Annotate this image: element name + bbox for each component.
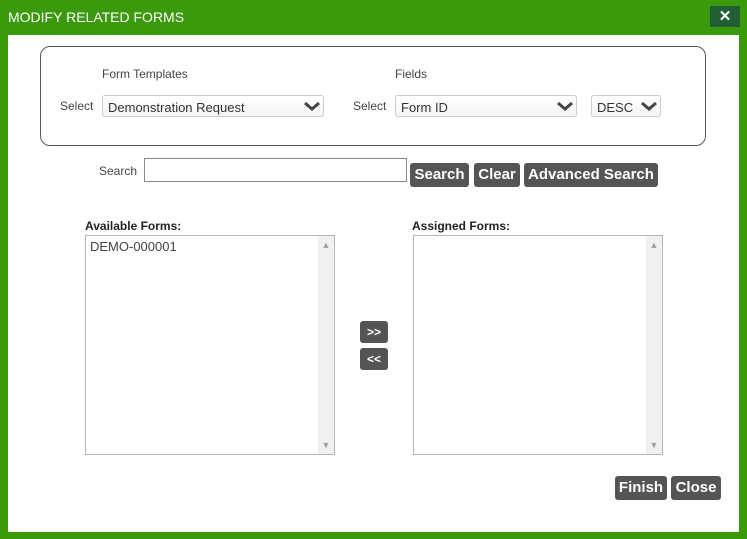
chevron-down-icon [641, 101, 657, 111]
form-templates-label: Form Templates [102, 67, 188, 81]
field-select[interactable]: Form ID [395, 95, 577, 117]
list-item[interactable]: DEMO-000001 [90, 239, 177, 254]
dialog-titlebar: MODIFY RELATED FORMS ✕ [0, 0, 747, 34]
search-label: Search [99, 164, 138, 178]
filter-panel: Form Templates Fields Select Demonstrati… [40, 46, 706, 146]
scroll-up-icon[interactable]: ▲ [318, 238, 334, 252]
form-template-select[interactable]: Demonstration Request [102, 95, 324, 117]
chevron-down-icon [304, 101, 320, 111]
chevron-down-icon [557, 101, 573, 111]
scroll-down-icon[interactable]: ▼ [318, 438, 334, 452]
select-label-fields: Select [353, 99, 387, 113]
dialog-content: Form Templates Fields Select Demonstrati… [8, 35, 739, 532]
available-scrollbar[interactable]: ▲ ▼ [318, 236, 334, 454]
scroll-up-icon[interactable]: ▲ [646, 238, 662, 252]
close-button[interactable]: Close [671, 476, 721, 500]
available-forms-list[interactable]: DEMO-000001 ▲ ▼ [85, 235, 335, 455]
assigned-scrollbar[interactable]: ▲ ▼ [646, 236, 662, 454]
dialog-title: MODIFY RELATED FORMS [8, 9, 185, 25]
available-forms-title: Available Forms: [85, 219, 182, 233]
sort-order-select[interactable]: DESC [591, 95, 661, 117]
search-input[interactable] [144, 158, 407, 182]
search-button[interactable]: Search [410, 163, 469, 187]
remove-from-assigned-button[interactable]: << [360, 348, 388, 370]
field-select-value: Form ID [401, 100, 448, 115]
assigned-forms-list[interactable]: ▲ ▼ [413, 235, 663, 455]
clear-button[interactable]: Clear [474, 163, 520, 187]
finish-button[interactable]: Finish [615, 476, 667, 500]
scroll-down-icon[interactable]: ▼ [646, 438, 662, 452]
fields-label: Fields [395, 67, 428, 81]
form-template-select-value: Demonstration Request [108, 100, 245, 115]
sort-order-select-value: DESC [597, 100, 634, 115]
assigned-forms-title: Assigned Forms: [412, 219, 511, 233]
modify-related-forms-dialog: MODIFY RELATED FORMS ✕ Form Templates Fi… [0, 0, 747, 539]
advanced-search-button[interactable]: Advanced Search [524, 163, 658, 187]
add-to-assigned-button[interactable]: >> [360, 321, 388, 343]
select-label-templates: Select [60, 99, 94, 113]
close-icon[interactable]: ✕ [710, 6, 740, 27]
available-forms-items: DEMO-000001 [90, 239, 177, 254]
